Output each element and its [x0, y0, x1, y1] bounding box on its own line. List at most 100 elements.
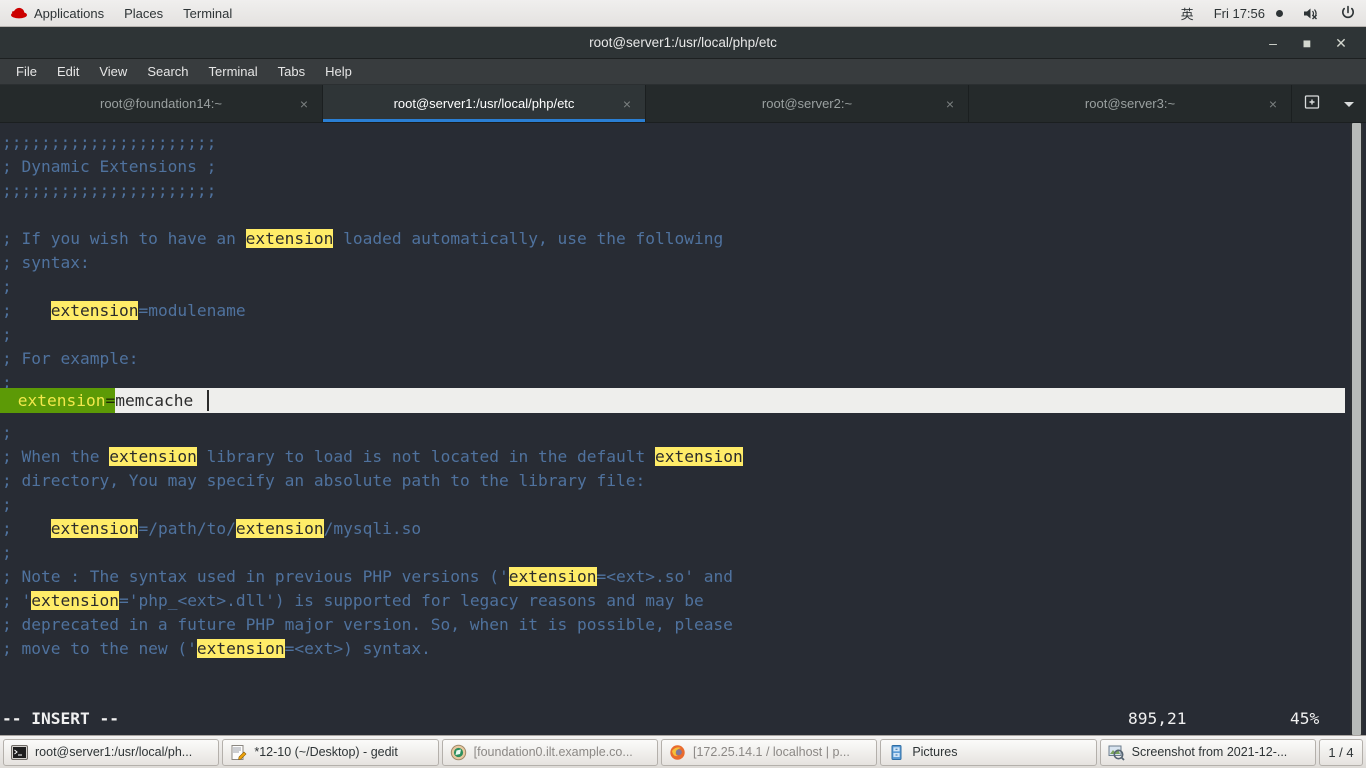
- terminal-text: ;;;;;;;;;;;;;;;;;;;;;; ; Dynamic Extensio…: [0, 131, 1366, 395]
- menu-bar: File Edit View Search Terminal Tabs Help: [0, 59, 1366, 85]
- places-menu-label: Places: [124, 5, 164, 21]
- gnome-top-bar: Applications Places Terminal 英 Fri 17:56: [0, 0, 1366, 27]
- terminal-line: ;: [2, 543, 12, 562]
- search-match: extension: [31, 591, 119, 610]
- terminal-app-menu-label: Terminal: [183, 5, 233, 21]
- cursor-line-key: extension =: [0, 388, 116, 413]
- taskbar-item-label: *12-10 (~/Desktop) - gedit: [254, 745, 398, 759]
- taskbar-item-firefox[interactable]: [172.25.14.1 / localhost | p...: [660, 738, 878, 766]
- terminal-line: ; syntax:: [2, 253, 90, 272]
- scrollbar-thumb[interactable]: [1352, 123, 1361, 735]
- terminal-content-area[interactable]: ;;;;;;;;;;;;;;;;;;;;;; ; Dynamic Extensio…: [0, 123, 1366, 735]
- menu-tabs[interactable]: Tabs: [268, 59, 315, 85]
- terminal-line: ; move to the new ('extension=<ext>) syn…: [2, 639, 431, 658]
- menu-file[interactable]: File: [6, 59, 47, 85]
- tab-bar-tools: [1292, 85, 1366, 122]
- power-icon[interactable]: [1330, 0, 1366, 27]
- vim-mode-indicator: -- INSERT --: [2, 709, 119, 728]
- browser-icon: [450, 744, 467, 761]
- close-button[interactable]: ✕: [1324, 27, 1358, 59]
- minimize-button[interactable]: –: [1256, 27, 1290, 59]
- terminal-line: ; 'extension='php_<ext>.dll') is support…: [2, 591, 704, 610]
- window-controls: – ■ ✕: [1256, 27, 1358, 59]
- terminal-icon: [11, 744, 28, 761]
- search-match: extension: [508, 567, 597, 586]
- menu-view[interactable]: View: [89, 59, 137, 85]
- applications-menu[interactable]: Applications: [0, 0, 114, 27]
- scroll-percent: 45%: [1290, 709, 1320, 728]
- taskbar-item-browser[interactable]: [foundation0.ilt.example.co...: [441, 738, 658, 766]
- search-match: extension: [50, 519, 139, 538]
- gedit-icon: [230, 744, 247, 761]
- terminal-tab-label: root@foundation14:~: [100, 96, 222, 111]
- taskbar-item-label: Pictures: [912, 745, 958, 759]
- chevron-down-icon[interactable]: [1343, 96, 1355, 112]
- taskbar-item-gedit[interactable]: *12-10 (~/Desktop) - gedit: [222, 738, 439, 766]
- firefox-icon: [669, 744, 686, 761]
- places-menu[interactable]: Places: [114, 0, 173, 27]
- notification-dot-icon: [1276, 9, 1283, 17]
- vim-status-line: -- INSERT -- 895,21 45%: [0, 707, 1366, 731]
- cursor-line-key-text: extension: [8, 390, 106, 410]
- taskbar-item-pictures[interactable]: Pictures: [880, 738, 1097, 766]
- menu-edit[interactable]: Edit: [47, 59, 89, 85]
- clock[interactable]: Fri 17:56: [1204, 0, 1293, 27]
- insert-field[interactable]: memcache: [115, 388, 1345, 413]
- menu-search[interactable]: Search: [137, 59, 198, 85]
- taskbar-item-terminal[interactable]: root@server1:/usr/local/ph...: [3, 738, 220, 766]
- workspace-switcher[interactable]: 1 / 4: [1318, 738, 1363, 766]
- tab-close-icon[interactable]: ×: [946, 96, 954, 112]
- redhat-logo-icon: [10, 6, 28, 20]
- terminal-line: ; If you wish to have an extension loade…: [2, 229, 724, 248]
- terminal-line: ;: [2, 495, 12, 514]
- image-viewer-icon: [1108, 744, 1125, 761]
- taskbar-item-screenshot[interactable]: Screenshot from 2021-12-...: [1099, 738, 1316, 766]
- terminal-line: ; extension=/path/to/extension/mysqli.so: [2, 519, 422, 538]
- terminal-line: ;;;;;;;;;;;;;;;;;;;;;;: [2, 181, 217, 200]
- terminal-line: ;: [2, 277, 12, 296]
- terminal-tab-0[interactable]: root@foundation14:~ ×: [0, 85, 323, 122]
- vim-current-line[interactable]: extension = memcache: [0, 388, 1345, 413]
- terminal-tab-1[interactable]: root@server1:/usr/local/php/etc ×: [323, 85, 646, 122]
- terminal-line: ;;;;;;;;;;;;;;;;;;;;;;: [2, 133, 217, 152]
- new-tab-icon[interactable]: [1304, 94, 1320, 113]
- insert-field-value: memcache: [115, 390, 194, 410]
- terminal-tab-bar: root@foundation14:~ × root@server1:/usr/…: [0, 85, 1366, 123]
- top-bar-status-area: 英 Fri 17:56: [1171, 0, 1366, 27]
- terminal-scrollbar[interactable]: [1350, 123, 1363, 735]
- search-match: extension: [235, 519, 324, 538]
- terminal-tab-label: root@server1:/usr/local/php/etc: [393, 96, 575, 111]
- tab-close-icon[interactable]: ×: [1269, 96, 1277, 112]
- input-method-label: 英: [1180, 6, 1194, 22]
- terminal-window: root@server1:/usr/local/php/etc – ■ ✕ Fi…: [0, 27, 1366, 735]
- cursor-line-equals: =: [105, 390, 116, 410]
- search-match: extension: [109, 447, 197, 466]
- terminal-tab-label: root@server3:~: [1084, 96, 1176, 111]
- window-title: root@server1:/usr/local/php/etc: [589, 35, 777, 50]
- tab-close-icon[interactable]: ×: [623, 96, 631, 112]
- menu-help[interactable]: Help: [315, 59, 362, 85]
- terminal-line: ; When the extension library to load is …: [2, 447, 743, 466]
- maximize-button[interactable]: ■: [1290, 27, 1324, 59]
- window-title-bar: root@server1:/usr/local/php/etc – ■ ✕: [0, 27, 1366, 59]
- terminal-tab-3[interactable]: root@server3:~ ×: [969, 85, 1292, 122]
- input-method-indicator[interactable]: 英: [1171, 0, 1204, 27]
- terminal-app-menu[interactable]: Terminal: [173, 0, 242, 27]
- volume-muted-icon[interactable]: [1293, 0, 1330, 27]
- terminal-tab-2[interactable]: root@server2:~ ×: [646, 85, 969, 122]
- applications-menu-label: Applications: [34, 5, 105, 21]
- workspace-label: 1 / 4: [1328, 744, 1354, 760]
- search-match: extension: [196, 639, 285, 658]
- cursor-position: 895,21: [1128, 709, 1187, 728]
- terminal-line: ; extension=modulename: [2, 301, 246, 320]
- taskbar-item-label: root@server1:/usr/local/ph...: [35, 745, 193, 759]
- file-manager-icon: [888, 744, 905, 761]
- taskbar-item-label: [foundation0.ilt.example.co...: [473, 745, 633, 759]
- taskbar-item-label: [172.25.14.1 / localhost | p...: [692, 745, 850, 759]
- text-cursor: [207, 390, 210, 411]
- terminal-line: ;: [2, 325, 12, 344]
- terminal-line: ; Dynamic Extensions ;: [2, 157, 217, 176]
- menu-terminal[interactable]: Terminal: [199, 59, 268, 85]
- tab-close-icon[interactable]: ×: [300, 96, 308, 112]
